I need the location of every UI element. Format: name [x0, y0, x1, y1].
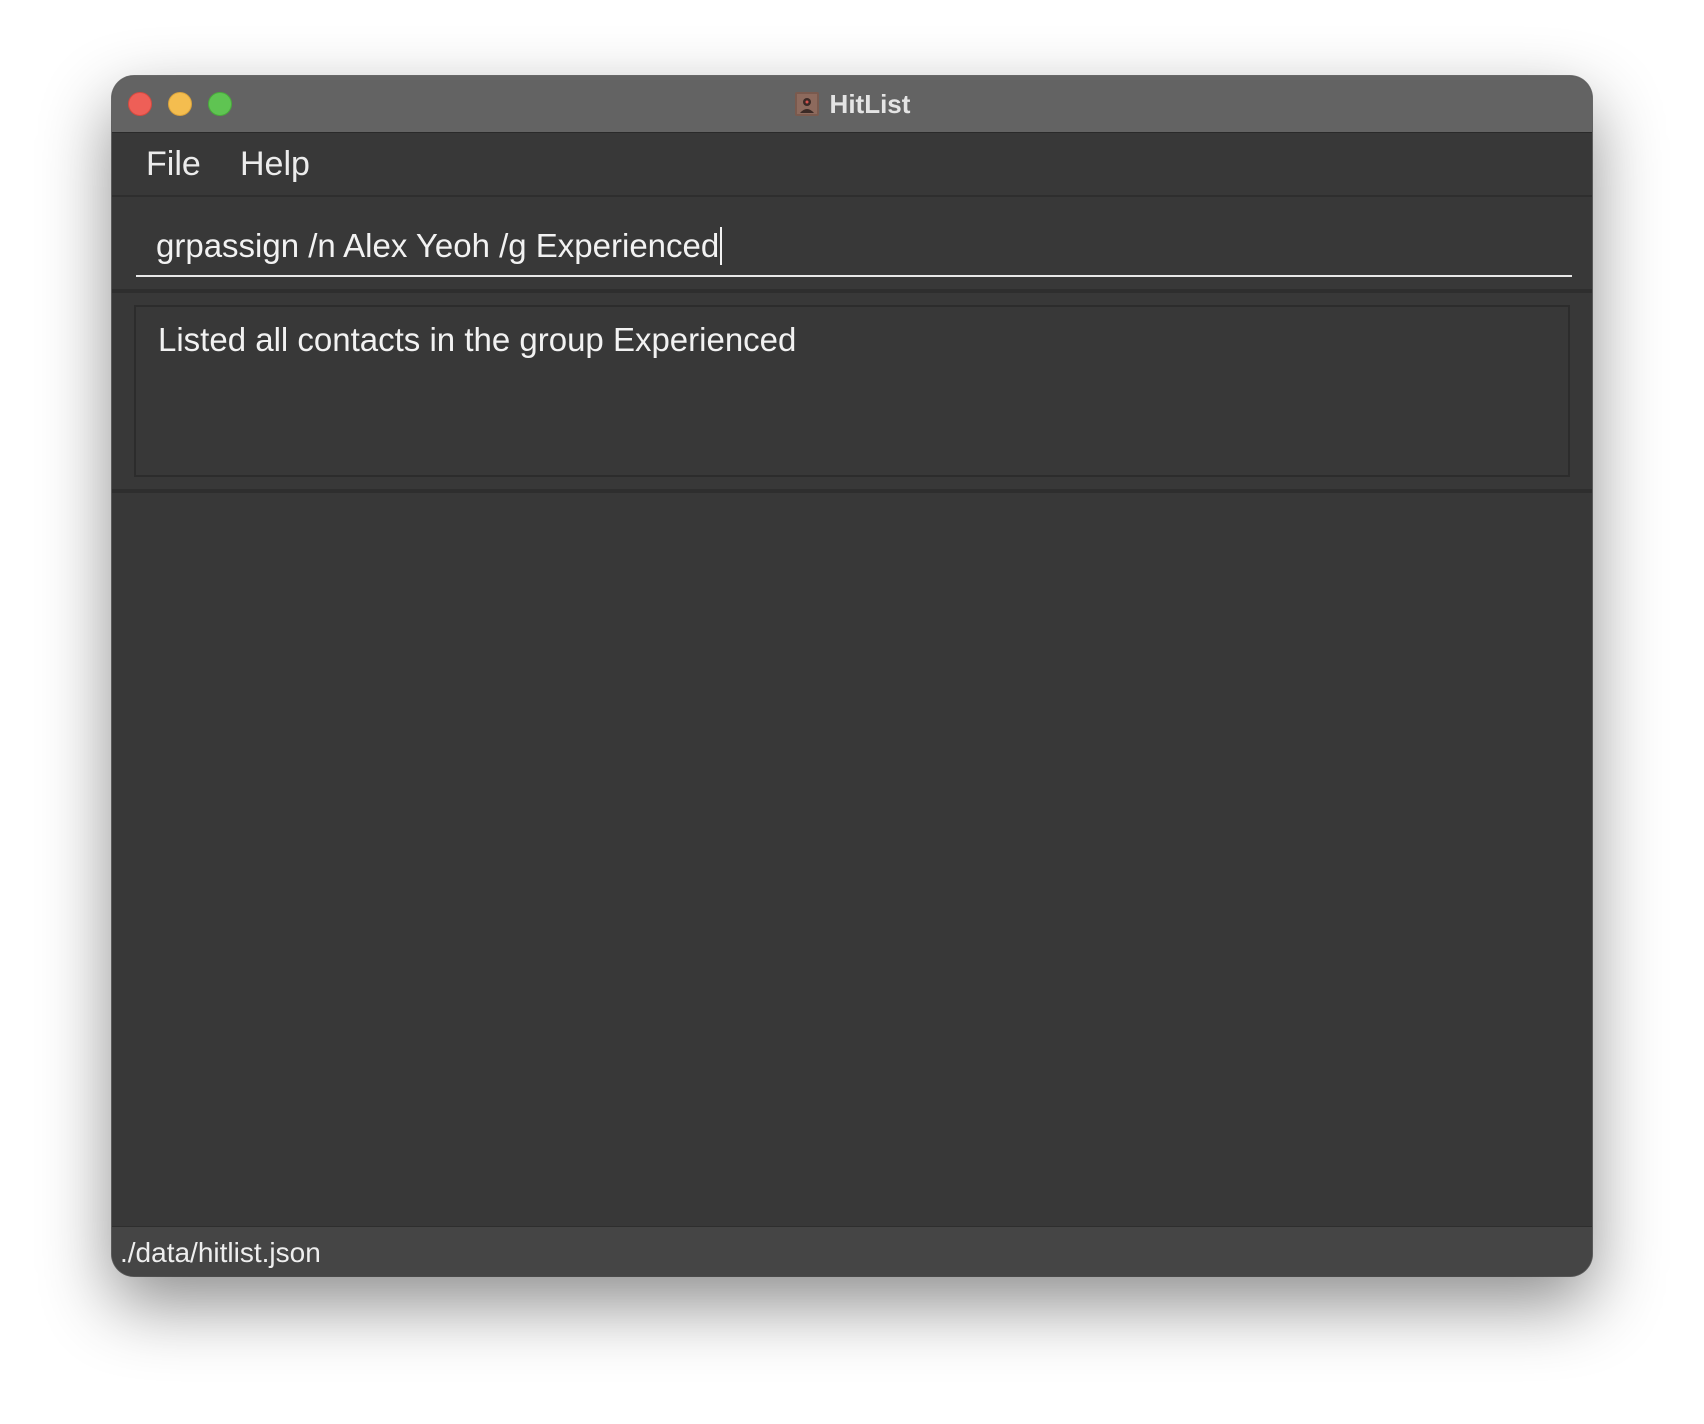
- menu-file[interactable]: File: [146, 145, 201, 184]
- command-input[interactable]: grpassign /n Alex Yeoh /g Experienced: [136, 209, 1572, 277]
- status-bar: ./data/hitlist.json: [112, 1226, 1592, 1276]
- window-title: HitList: [829, 88, 911, 119]
- menu-bar: File Help: [112, 133, 1592, 197]
- divider: [112, 289, 1592, 293]
- app-window: HitList File Help grpassign /n Alex Yeoh…: [112, 76, 1592, 1276]
- hitlist-app-icon: [794, 92, 819, 116]
- command-box-panel: grpassign /n Alex Yeoh /g Experienced: [112, 197, 1592, 289]
- title-bar[interactable]: HitList: [112, 76, 1592, 133]
- command-input-text[interactable]: grpassign /n Alex Yeoh /g Experienced: [156, 227, 723, 265]
- result-display[interactable]: Listed all contacts in the group Experie…: [134, 305, 1570, 477]
- window-title-group: HitList: [112, 76, 1592, 132]
- menu-help[interactable]: Help: [240, 145, 310, 184]
- text-caret: [720, 227, 723, 265]
- contact-list-panel[interactable]: [112, 493, 1592, 1223]
- save-location-text: ./data/hitlist.json: [120, 1237, 321, 1268]
- command-input-value: grpassign /n Alex Yeoh /g Experienced: [156, 227, 720, 264]
- result-message: Listed all contacts in the group Experie…: [158, 321, 797, 358]
